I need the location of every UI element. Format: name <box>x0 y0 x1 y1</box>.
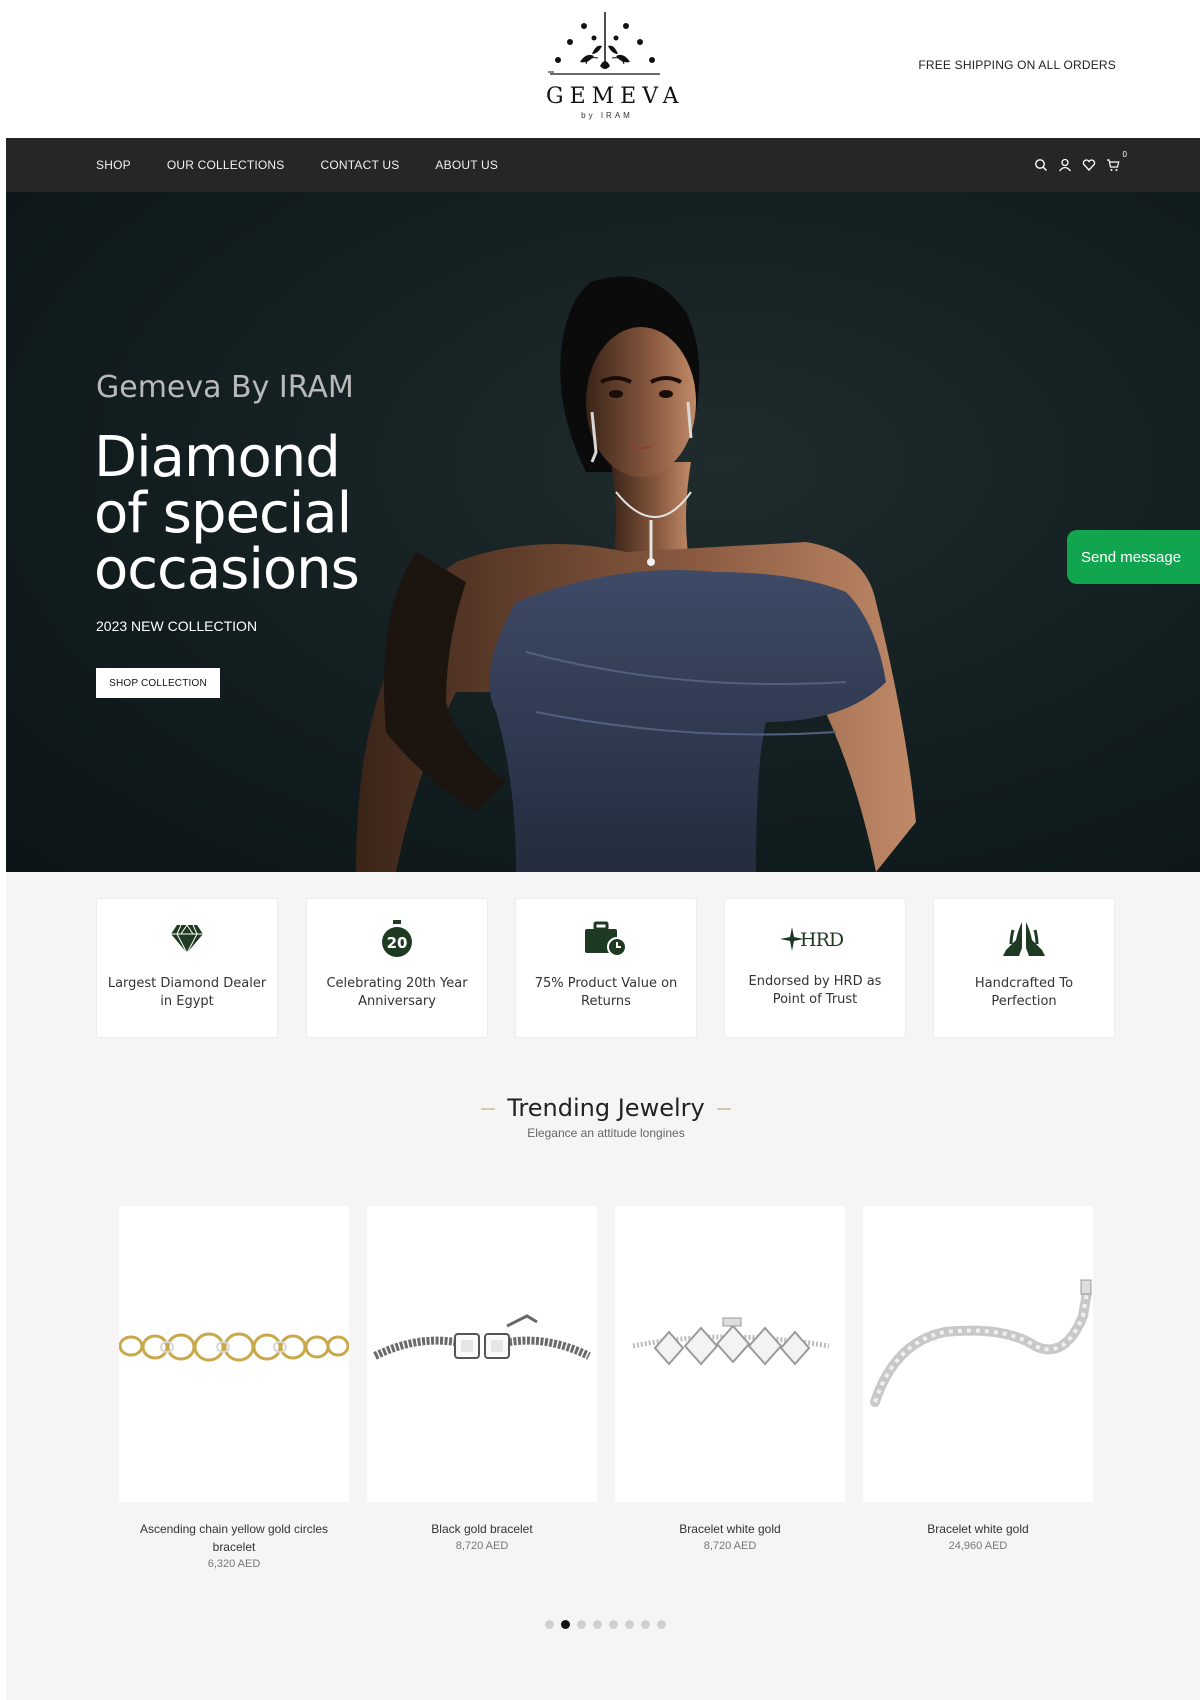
section-title: Trending Jewelry <box>0 1094 1200 1122</box>
product-name[interactable]: Bracelet white gold <box>615 1520 845 1538</box>
product-name[interactable]: Black gold bracelet <box>367 1520 597 1538</box>
product-image[interactable] <box>863 1206 1093 1502</box>
stopwatch-20-icon: 20 <box>307 919 487 959</box>
logo-emblem-icon <box>548 12 660 75</box>
white-gold-tennis-bracelet-image <box>870 1279 1092 1407</box>
hrd-logo-icon: HRD <box>725 919 905 959</box>
pagination-dot[interactable] <box>593 1620 602 1629</box>
hero-title-line: Diamond <box>94 425 341 490</box>
pagination-dot[interactable] <box>609 1620 618 1629</box>
brand-logo[interactable]: GEMEVA by IRAM <box>540 8 685 124</box>
hero-subtitle: 2023 NEW COLLECTION <box>96 618 258 634</box>
section-subtitle: Elegance an attitude longines <box>527 1126 685 1140</box>
pagination-dot[interactable] <box>657 1620 666 1629</box>
nav-link-our-collections[interactable]: OUR COLLECTIONS <box>167 158 285 172</box>
pagination-dot[interactable] <box>545 1620 554 1629</box>
cart-count-badge: 0 <box>1122 150 1127 159</box>
feature-text: Handcrafted To Perfection <box>974 976 1074 1009</box>
product-image[interactable] <box>367 1206 597 1502</box>
search-icon[interactable] <box>1034 158 1048 172</box>
feature-text: 75% Product Value on Returns <box>534 976 678 1009</box>
shop-collection-button[interactable]: SHOP COLLECTION <box>96 668 220 698</box>
hero-title-line: of special <box>94 481 352 546</box>
pagination-dot[interactable] <box>625 1620 634 1629</box>
nav-link-about-us[interactable]: ABOUT US <box>435 158 498 172</box>
praying-hands-icon <box>934 919 1114 959</box>
hero-title: Diamond of special occasions <box>94 430 494 598</box>
product-price: 8,720 AED <box>703 1540 757 1552</box>
product-name[interactable]: Bracelet white gold <box>863 1520 1093 1538</box>
user-icon[interactable] <box>1058 158 1072 172</box>
briefcase-clock-icon <box>516 919 696 959</box>
white-gold-diamond-bracelet-image <box>632 1317 830 1366</box>
product-price: 8,720 AED <box>455 1540 509 1552</box>
feature-card: 20 Celebrating 20th Year Anniversary <box>306 898 488 1038</box>
product-card[interactable]: Bracelet white gold 24,960 AED <box>863 1206 1093 1552</box>
product-card[interactable]: Ascending chain yellow gold circles brac… <box>118 1206 350 1570</box>
product-name[interactable]: Ascending chain yellow gold circles brac… <box>119 1520 349 1556</box>
black-gold-bracelet-image <box>373 1314 591 1360</box>
feature-text: Celebrating 20th Year Anniversary <box>326 976 468 1009</box>
feature-card: HRD Endorsed by HRD as Point of Trust <box>724 898 906 1038</box>
feature-text: Endorsed by HRD as Point of Trust <box>748 974 882 1007</box>
pagination-dot[interactable] <box>641 1620 650 1629</box>
stopwatch-badge: 20 <box>387 934 408 952</box>
site-header: GEMEVA by IRAM FREE SHIPPING ON ALL ORDE… <box>0 0 1200 138</box>
hero-eyebrow: Gemeva By IRAM <box>96 370 354 405</box>
nav-link-contact-us[interactable]: CONTACT US <box>321 158 400 172</box>
feature-card: Handcrafted To Perfection <box>933 898 1115 1038</box>
product-image[interactable] <box>118 1206 350 1502</box>
shipping-notice: FREE SHIPPING ON ALL ORDERS <box>918 58 1116 72</box>
feature-card: 75% Product Value on Returns <box>515 898 697 1038</box>
main-navigation: SHOP OUR COLLECTIONS CONTACT US ABOUT US… <box>6 138 1200 192</box>
hrd-badge: HRD <box>800 929 844 951</box>
hero-title-line: occasions <box>94 537 360 602</box>
logo-wordmark: GEMEVA <box>546 84 685 109</box>
product-image[interactable] <box>615 1206 845 1502</box>
feature-card: Largest Diamond Dealer in Egypt <box>96 898 278 1038</box>
nav-link-shop[interactable]: SHOP <box>96 158 131 172</box>
carousel-pagination <box>545 1620 666 1629</box>
logo-tagline: by IRAM <box>581 111 633 120</box>
cart-icon[interactable]: 0 <box>1106 150 1127 172</box>
product-price: 6,320 AED <box>207 1558 261 1570</box>
product-card[interactable]: Bracelet white gold 8,720 AED <box>615 1206 845 1552</box>
title-dash <box>481 1108 496 1110</box>
hero-banner: Gemeva By IRAM Diamond of special occasi… <box>6 192 1200 872</box>
gold-chain-bracelet-image <box>118 1332 350 1362</box>
product-card[interactable]: Black gold bracelet 8,720 AED <box>367 1206 597 1552</box>
pagination-dot[interactable] <box>577 1620 586 1629</box>
title-dash <box>716 1108 731 1110</box>
section-title-text: Trending Jewelry <box>507 1094 705 1122</box>
pagination-dot-active[interactable] <box>561 1620 570 1629</box>
heart-icon[interactable] <box>1082 158 1096 172</box>
send-message-button[interactable]: Send message <box>1067 530 1200 584</box>
diamond-icon <box>97 919 277 959</box>
product-price: 24,960 AED <box>948 1540 1008 1552</box>
feature-text: Largest Diamond Dealer in Egypt <box>107 976 267 1009</box>
